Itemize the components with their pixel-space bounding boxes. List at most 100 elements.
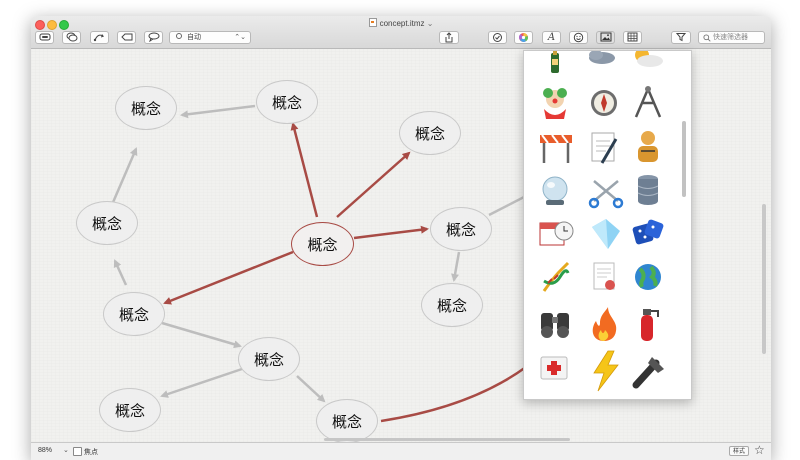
binoculars-icon[interactable] <box>541 313 569 338</box>
concept-node-lower-right[interactable]: 概念 <box>421 283 483 327</box>
link-left-to-mid-left[interactable] <box>113 259 128 286</box>
concept-node-left[interactable]: 概念 <box>103 292 165 336</box>
add-subtopic-button[interactable] <box>62 31 81 44</box>
emoji-button[interactable] <box>569 31 588 44</box>
quick-filter-input[interactable]: 快速筛选器 <box>698 31 765 44</box>
concept-node-mid-left[interactable]: 概念 <box>76 201 138 245</box>
image-library-scrollbar[interactable] <box>682 121 686 197</box>
add-tag-button[interactable] <box>117 31 136 44</box>
node-label: 概念 <box>114 401 145 420</box>
node-label: 概念 <box>91 214 122 233</box>
callout-icon <box>148 32 159 42</box>
fire-extinguisher-icon[interactable] <box>641 309 659 341</box>
link-bottom-curve[interactable] <box>380 365 527 423</box>
image-library-popover <box>523 50 692 400</box>
globe-icon[interactable] <box>635 264 661 290</box>
concept-node-lower-mid[interactable]: 概念 <box>238 337 300 381</box>
emoji-icon <box>573 32 584 43</box>
sun-cloud-icon[interactable] <box>635 51 663 67</box>
style-dot-icon <box>176 33 182 39</box>
crash-dummy-icon[interactable] <box>638 131 658 162</box>
status-bar: 88% ⌄ 焦点 样式 ☆ <box>31 442 771 460</box>
certificate-icon[interactable] <box>593 262 615 290</box>
color-button[interactable] <box>514 31 533 44</box>
image-icon <box>600 32 611 42</box>
node-label: 概念 <box>436 296 467 315</box>
link-mid-left-to-upper-left[interactable] <box>109 147 138 208</box>
calendar-clock-icon[interactable] <box>539 221 574 246</box>
style-select-value: 自动 <box>187 34 201 41</box>
link-center-to-top[interactable] <box>290 122 319 218</box>
first-aid-kit-icon[interactable] <box>540 356 568 380</box>
dice-icon[interactable] <box>632 219 664 245</box>
horizontal-scrollbar[interactable] <box>324 438 570 441</box>
lightning-icon[interactable] <box>593 350 619 392</box>
link-right-to-lower-right[interactable] <box>451 251 461 282</box>
document-pen-icon[interactable] <box>591 132 618 164</box>
style-select[interactable]: 自动 ⌃⌄ <box>169 31 251 44</box>
task-icon <box>493 33 502 42</box>
road-barrier-icon[interactable] <box>540 134 572 163</box>
link-center-to-right[interactable] <box>353 225 429 240</box>
search-icon <box>703 34 711 42</box>
title-bar: concept.itmz ⌄ 自动 ⌃⌄ A 快速筛选器 <box>31 16 771 49</box>
compass-icon[interactable] <box>591 90 617 116</box>
node-label: 概念 <box>445 220 476 239</box>
clown-icon[interactable] <box>543 88 567 119</box>
cloud-icon[interactable] <box>589 51 615 64</box>
font-button[interactable]: A <box>542 31 561 44</box>
crystal-ball-icon[interactable] <box>542 176 568 205</box>
task-button[interactable] <box>488 31 507 44</box>
link-top-to-upper-left[interactable] <box>180 104 256 119</box>
database-icon[interactable] <box>637 175 659 205</box>
node-label: 概念 <box>130 99 161 118</box>
concept-node-bottom-center[interactable]: 概念 <box>316 399 378 442</box>
concept-node-right[interactable]: 概念 <box>430 207 492 251</box>
scissors-icon[interactable] <box>588 180 624 209</box>
image-library-button[interactable] <box>596 31 615 44</box>
favorite-star-icon[interactable]: ☆ <box>754 443 765 457</box>
app-window: concept.itmz ⌄ 自动 ⌃⌄ A 快速筛选器 概念 概念 概念 概念… <box>31 16 771 460</box>
focus-checkbox[interactable] <box>73 447 82 456</box>
zoom-level[interactable]: 88% <box>38 447 52 454</box>
dna-helix-icon[interactable] <box>542 261 570 292</box>
fire-icon[interactable] <box>592 307 617 341</box>
node-label: 概念 <box>253 350 284 369</box>
link-left-to-lower-mid[interactable] <box>161 321 242 349</box>
link-center-to-left[interactable] <box>163 250 294 305</box>
filter-button[interactable] <box>671 31 691 44</box>
concept-node-central[interactable]: 概念 <box>291 222 354 266</box>
concept-node-bottom-left[interactable]: 概念 <box>99 388 161 432</box>
link-right-offscreen[interactable] <box>488 194 527 217</box>
champagne-bottle-icon[interactable] <box>551 51 559 73</box>
color-wheel-icon <box>519 33 528 42</box>
concept-node-top[interactable]: 概念 <box>256 80 318 124</box>
window-title[interactable]: concept.itmz ⌄ <box>31 18 771 28</box>
table-button[interactable] <box>623 31 642 44</box>
link-center-to-upper-right[interactable] <box>336 151 411 218</box>
concept-node-upper-right[interactable]: 概念 <box>399 111 461 155</box>
node-label: 概念 <box>331 412 362 431</box>
link-lower-mid-to-bottom-center[interactable] <box>296 375 326 403</box>
flashlight-icon[interactable] <box>632 357 664 389</box>
zoom-chevron-icon[interactable]: ⌄ <box>63 446 69 454</box>
link-lower-mid-to-bottom-left[interactable] <box>160 367 243 398</box>
add-callout-button[interactable] <box>144 31 163 44</box>
font-icon: A <box>547 32 556 43</box>
add-topic-button[interactable] <box>35 31 54 44</box>
concept-node-upper-left[interactable]: 概念 <box>115 86 177 130</box>
node-label: 概念 <box>307 235 338 254</box>
ice-diamond-icon[interactable] <box>592 219 620 249</box>
node-label: 概念 <box>118 305 149 324</box>
image-library-grid <box>539 51 664 392</box>
table-icon <box>627 32 638 42</box>
style-panel-button[interactable]: 样式 <box>729 446 749 456</box>
drafting-compass-icon[interactable] <box>634 86 662 118</box>
select-arrows-icon: ⌃⌄ <box>234 34 246 41</box>
share-icon <box>445 32 453 43</box>
tag-icon <box>120 33 132 41</box>
share-button[interactable] <box>439 31 459 44</box>
filter-icon <box>676 33 686 42</box>
add-link-button[interactable] <box>90 31 109 44</box>
vertical-scrollbar[interactable] <box>762 204 766 354</box>
